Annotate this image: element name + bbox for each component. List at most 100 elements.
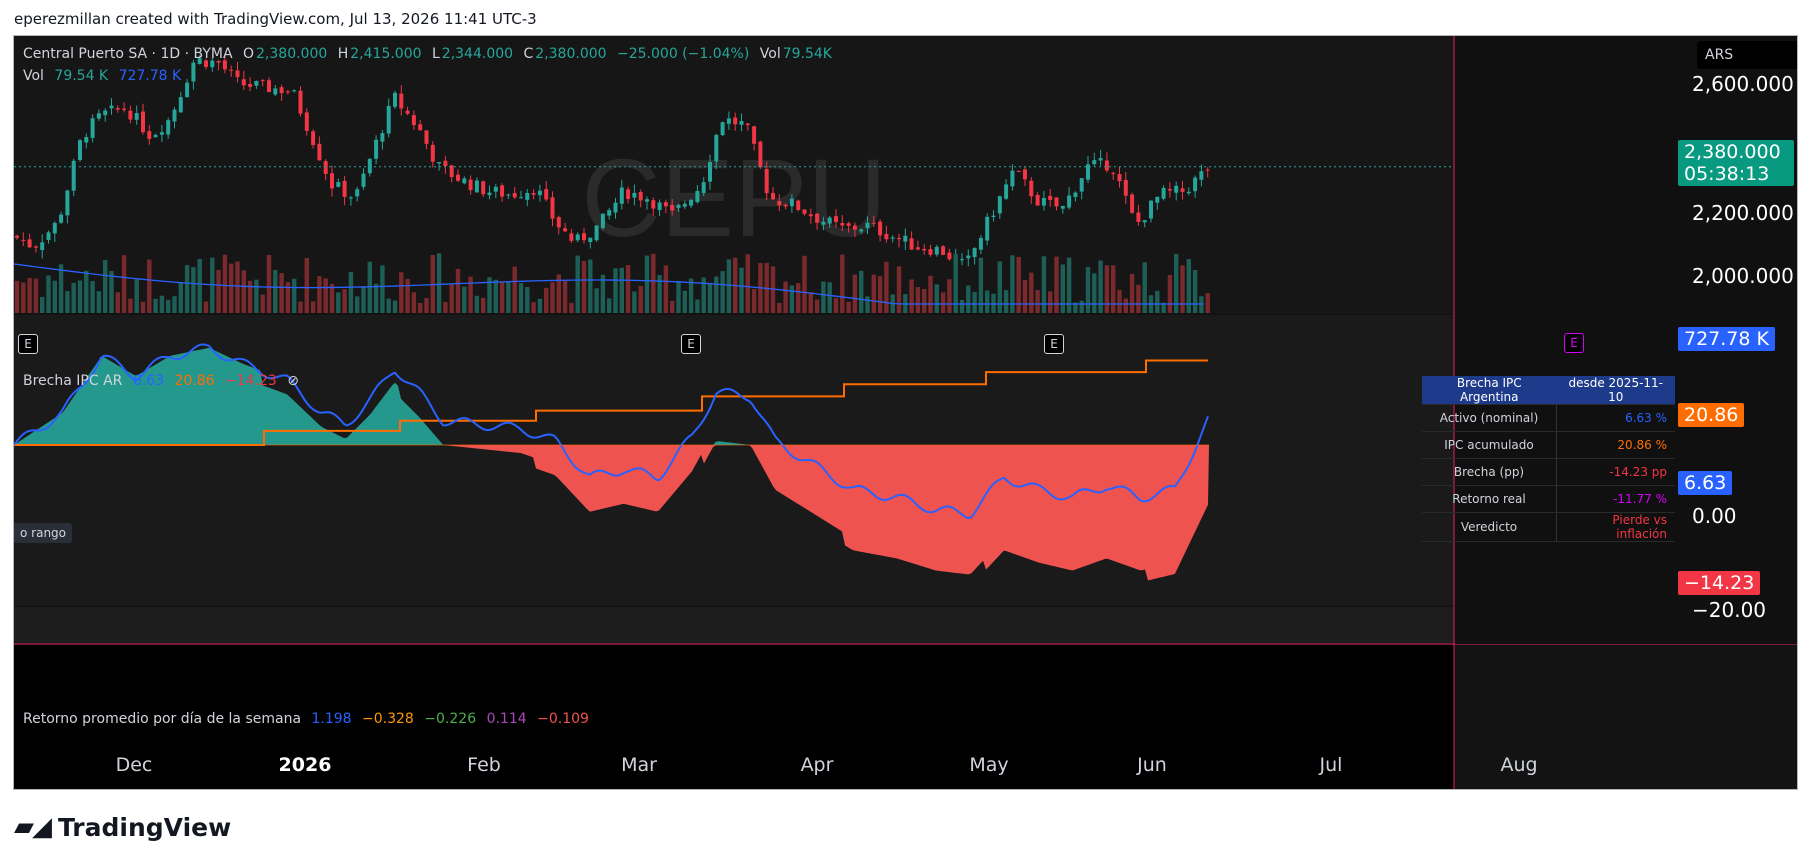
candle-body	[708, 162, 712, 182]
row-key: Retorno real	[1422, 485, 1557, 513]
volume-bar	[292, 278, 297, 313]
symbol-name[interactable]: Central Puerto SA · 1D · BYMA	[23, 46, 233, 62]
earnings-marker[interactable]: E	[681, 334, 701, 354]
volume-bar	[512, 266, 517, 313]
volume-bar	[247, 280, 253, 313]
candle-body	[607, 210, 612, 216]
ipc-tag: 20.86	[1678, 403, 1745, 427]
volume-bar	[714, 276, 719, 313]
countdown: 05:38:13	[1684, 163, 1770, 185]
candle-body	[317, 143, 322, 161]
weekday-name[interactable]: Retorno promedio por día de la semana	[23, 711, 301, 727]
candle-body	[531, 193, 536, 195]
candle-body	[298, 90, 303, 114]
volume-bar	[947, 279, 952, 313]
volume-bar	[184, 265, 190, 313]
volume-bar	[625, 265, 631, 313]
price-tick: 2,200.000	[1692, 201, 1794, 225]
rango-label: o rango	[14, 523, 73, 543]
row-value: 20.86 %	[1556, 431, 1675, 459]
o-label: O	[242, 46, 255, 62]
earnings-marker[interactable]: E	[18, 334, 38, 354]
volume-bar	[789, 285, 795, 313]
volume-bar	[525, 287, 530, 313]
candle-body	[701, 182, 706, 194]
volume-bar	[336, 292, 341, 313]
vol-row-ma: 727.78 K	[118, 68, 182, 84]
volume-bar	[726, 259, 732, 313]
hidden-icon[interactable]: ⊘	[287, 373, 299, 389]
vol-row-label[interactable]: Vol	[23, 68, 44, 84]
volume-bar	[1048, 291, 1053, 313]
candle-body	[884, 233, 889, 240]
volume-bar	[27, 278, 32, 313]
volume-bar	[1035, 290, 1040, 313]
volume-bar	[197, 258, 202, 313]
volume-bar	[506, 282, 511, 313]
tradingview-logo-icon: ▰◢	[14, 812, 52, 842]
tradingview-logo[interactable]: ▰◢ TradingView	[14, 812, 231, 842]
volume-bar	[846, 301, 851, 313]
volume-bar	[688, 278, 694, 313]
volume-bar	[304, 257, 309, 313]
currency-button[interactable]: ARS	[1697, 41, 1797, 69]
volume-bar	[468, 276, 473, 313]
volume-bar	[720, 271, 725, 313]
volume-bar	[355, 296, 360, 313]
volume-bar	[928, 275, 933, 313]
candle-body	[972, 248, 977, 258]
candle-body	[40, 242, 45, 251]
volume-bar	[569, 302, 574, 313]
candle-body	[348, 197, 353, 199]
volume-bar	[644, 255, 650, 313]
candle-body	[191, 62, 196, 82]
volume-bar	[96, 291, 102, 313]
volume-bar	[827, 282, 832, 313]
candle-body	[815, 213, 820, 223]
candle-body	[1136, 212, 1141, 222]
candle-body	[462, 178, 467, 184]
candle-body	[330, 173, 334, 189]
candle-body	[714, 134, 719, 162]
time-label: Mar	[621, 754, 657, 776]
candle-body	[456, 174, 460, 181]
volume-bar	[745, 254, 750, 313]
candle-body	[1123, 179, 1128, 196]
volume-bar	[877, 276, 883, 313]
candle-body	[550, 197, 555, 219]
row-value: -11.77 %	[1556, 485, 1675, 513]
volume-bar	[235, 261, 240, 313]
candle-body	[859, 229, 864, 232]
candle-body	[367, 158, 372, 174]
volume-bar	[134, 279, 139, 313]
candle-body	[260, 80, 265, 82]
volume-bar	[1092, 273, 1097, 313]
volume-bar	[1167, 274, 1173, 313]
candle-body	[922, 248, 927, 251]
volume-bar	[739, 267, 744, 313]
earnings-marker[interactable]: E	[1564, 333, 1584, 353]
candle-body	[128, 110, 133, 120]
brand-name: TradingView	[58, 812, 232, 842]
volume-bar	[342, 289, 347, 313]
volume-bar	[940, 292, 946, 313]
candle-body	[928, 249, 933, 255]
earnings-marker[interactable]: E	[1044, 334, 1064, 354]
volume-bar	[71, 282, 76, 313]
candle-body	[166, 120, 171, 135]
volume-bar	[493, 279, 498, 313]
candle-body	[519, 197, 523, 199]
candle-body	[758, 141, 763, 168]
volume-bar	[1129, 273, 1135, 313]
candle-body	[846, 223, 851, 226]
chart-frame[interactable]: CEPU Central Puerto SA · 1D · BYMA O 2,38…	[13, 35, 1798, 790]
volume-bar	[638, 285, 643, 313]
weekday-value: −0.226	[424, 711, 477, 727]
candle-body	[361, 173, 366, 187]
candle-body	[941, 246, 946, 255]
indicator-name[interactable]: Brecha IPC AR	[23, 373, 122, 389]
candle-body	[663, 202, 668, 207]
weekday-value: −0.109	[537, 711, 589, 727]
volume-bar	[109, 270, 114, 313]
candle-body	[802, 209, 807, 214]
